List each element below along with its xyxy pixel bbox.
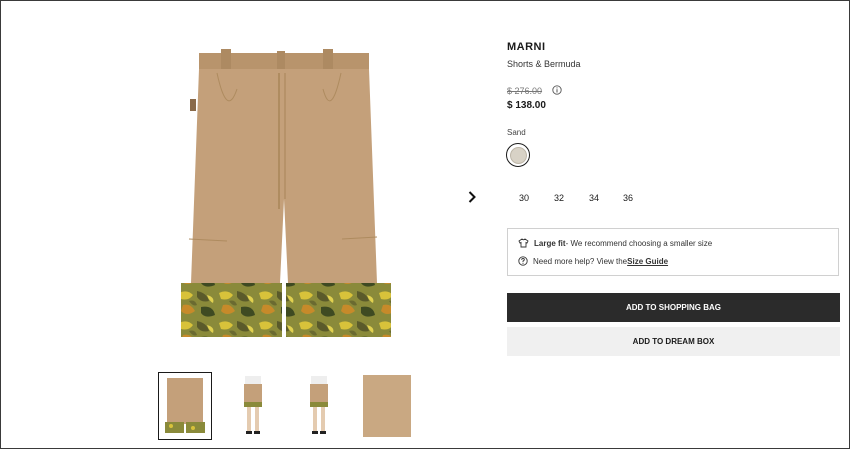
product-category: Shorts & Bermuda xyxy=(507,59,581,69)
help-row: Need more help? View the Size Guide xyxy=(518,256,668,266)
brand-name[interactable]: MARNI xyxy=(507,41,546,53)
color-swatch-sand[interactable] xyxy=(506,143,530,167)
color-swatch-fill xyxy=(509,146,527,164)
thumbnail-2[interactable] xyxy=(226,372,280,440)
product-page: MARNI Shorts & Bermuda $ 276.00 $ 138.00… xyxy=(0,0,850,449)
size-option-30[interactable]: 30 xyxy=(513,193,535,203)
next-image-button[interactable] xyxy=(465,188,479,206)
question-icon xyxy=(518,256,528,266)
add-to-dream-box-button[interactable]: ADD TO DREAM BOX xyxy=(507,327,840,356)
fit-title: Large fit xyxy=(534,238,566,248)
fit-note: - We recommend choosing a smaller size xyxy=(565,238,713,248)
chevron-right-icon xyxy=(468,191,476,203)
sale-price: $ 138.00 xyxy=(507,100,546,111)
original-price: $ 276.00 xyxy=(507,86,543,96)
thumbnail-3[interactable] xyxy=(292,372,346,440)
help-text: Need more help? View the xyxy=(533,256,628,266)
fit-info-box: Large fit - We recommend choosing a smal… xyxy=(507,228,839,276)
thumbnail-strip xyxy=(158,372,418,442)
size-option-32[interactable]: 32 xyxy=(548,193,570,203)
info-icon[interactable] xyxy=(552,85,562,95)
hanger-icon xyxy=(518,238,529,248)
thumbnail-1[interactable] xyxy=(158,372,212,440)
fit-row: Large fit - We recommend choosing a smal… xyxy=(518,238,712,248)
size-option-36[interactable]: 36 xyxy=(617,193,639,203)
color-label: Sand xyxy=(507,128,526,137)
size-guide-link[interactable]: Size Guide xyxy=(627,257,668,266)
thumbnail-4[interactable] xyxy=(360,372,414,440)
main-product-image[interactable] xyxy=(177,49,391,341)
size-option-34[interactable]: 34 xyxy=(583,193,605,203)
add-to-shopping-bag-button[interactable]: ADD TO SHOPPING BAG xyxy=(507,293,840,322)
